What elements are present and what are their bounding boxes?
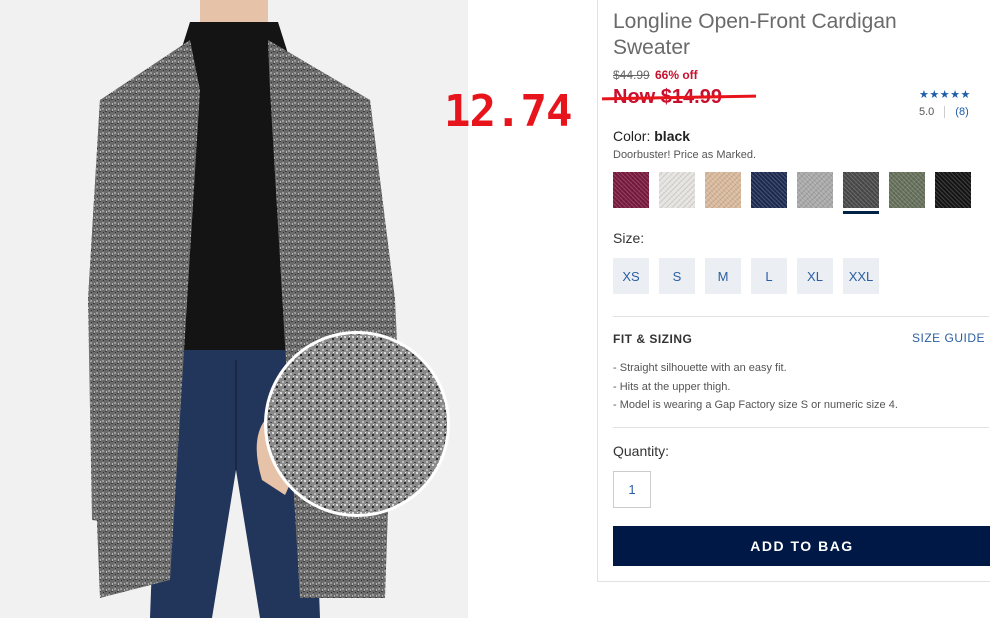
product-title: Longline Open-Front Cardigan Sweater — [613, 10, 897, 59]
size-button-m[interactable]: M — [705, 258, 741, 294]
size-button-xl[interactable]: XL — [797, 258, 833, 294]
section-divider — [613, 427, 989, 428]
product-info-panel: Longline Open-Front Cardigan Sweater $44… — [597, 0, 990, 582]
swatch-black-marled[interactable] — [843, 172, 879, 214]
rating-divider — [944, 106, 946, 118]
fit-sizing-heading: FIT & SIZING — [613, 332, 693, 346]
list-item: Model is wearing a Gap Factory size S or… — [613, 396, 898, 415]
add-to-bag-button[interactable]: ADD TO BAG — [613, 526, 990, 566]
quantity-selector[interactable]: 1 — [613, 471, 651, 508]
handwritten-price-annotation: 12.74 — [444, 86, 572, 137]
rating-summary[interactable]: ★★★★★ 5.0 (8) — [919, 88, 983, 118]
review-count-link[interactable]: (8) — [955, 106, 968, 118]
swatch-black[interactable] — [935, 172, 971, 208]
size-button-xs[interactable]: XS — [613, 258, 649, 294]
size-label: Size: — [613, 230, 645, 246]
selected-color-name: black — [654, 128, 691, 144]
color-swatch-list — [613, 172, 971, 214]
size-button-s[interactable]: S — [659, 258, 695, 294]
swatch-navy[interactable] — [751, 172, 787, 208]
original-price: $44.99 — [613, 68, 650, 82]
product-image[interactable] — [0, 0, 468, 618]
promo-text: Doorbuster! Price as Marked. — [613, 149, 757, 161]
model-photo — [0, 0, 468, 618]
size-guide-link[interactable]: SIZE GUIDE — [912, 331, 985, 345]
color-label-text: Color: — [613, 128, 651, 144]
size-button-l[interactable]: L — [751, 258, 787, 294]
swatch-olive[interactable] — [889, 172, 925, 208]
size-selector: XS S M L XL XXL — [613, 258, 879, 294]
section-divider — [613, 316, 989, 317]
discount-badge: 66% off — [655, 68, 698, 82]
swatch-light-gray[interactable] — [659, 172, 695, 208]
quantity-label: Quantity: — [613, 443, 670, 459]
star-rating-icon: ★★★★★ — [919, 89, 971, 101]
fit-notes-list: Straight silhouette with an easy fit. Hi… — [613, 359, 898, 415]
color-label: Color: black — [613, 128, 690, 144]
product-page: 12.74 Longline Open-Front Cardigan Sweat… — [0, 0, 990, 628]
swatch-heather-gray[interactable] — [797, 172, 833, 208]
size-button-xxl[interactable]: XXL — [843, 258, 879, 294]
list-item: Straight silhouette with an easy fit. — [613, 359, 898, 378]
rating-value: 5.0 — [919, 106, 935, 118]
swatch-oatmeal[interactable] — [705, 172, 741, 208]
swatch-burgundy[interactable] — [613, 172, 649, 208]
list-item: Hits at the upper thigh. — [613, 378, 898, 397]
